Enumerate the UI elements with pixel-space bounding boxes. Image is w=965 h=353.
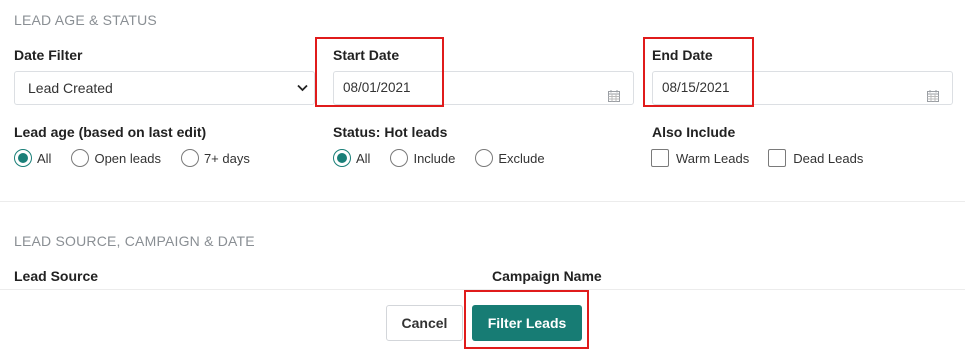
end-date-value: 08/15/2021 bbox=[662, 80, 730, 95]
dead-leads-checkbox[interactable]: Dead Leads bbox=[768, 149, 863, 167]
radio-selected-icon bbox=[14, 149, 32, 167]
date-filter-label: Date Filter bbox=[14, 47, 83, 63]
radio-label: Exclude bbox=[498, 150, 545, 166]
checkbox-icon bbox=[651, 149, 669, 167]
radio-label: 7+ days bbox=[203, 150, 250, 166]
radio-icon bbox=[390, 149, 409, 167]
campaign-name-label: Campaign Name bbox=[492, 268, 602, 284]
checkbox-label: Dead Leads bbox=[793, 150, 864, 166]
end-date-input[interactable]: 08/15/2021 bbox=[652, 71, 953, 105]
also-include-checkbox-group: Warm Leads Dead Leads bbox=[651, 149, 882, 167]
date-filter-value: Lead Created bbox=[28, 80, 113, 96]
calendar-icon[interactable] bbox=[608, 82, 620, 102]
radio-label: Include bbox=[413, 150, 456, 166]
chevron-down-icon bbox=[297, 72, 308, 104]
start-date-input[interactable]: 08/01/2021 bbox=[333, 71, 634, 105]
section-title-lead-source: LEAD SOURCE, CAMPAIGN & DATE bbox=[14, 233, 255, 249]
warm-leads-checkbox[interactable]: Warm Leads bbox=[651, 149, 749, 167]
radio-label: Open leads bbox=[94, 150, 161, 166]
lead-age-label: Lead age (based on last edit) bbox=[14, 124, 207, 140]
checkbox-icon bbox=[768, 149, 787, 167]
radio-selected-icon bbox=[333, 149, 351, 167]
cancel-button[interactable]: Cancel bbox=[386, 305, 463, 341]
hot-leads-option-exclude[interactable]: Exclude bbox=[475, 149, 545, 167]
radio-label: All bbox=[356, 150, 371, 166]
lead-source-label: Lead Source bbox=[14, 268, 99, 284]
hot-leads-option-include[interactable]: Include bbox=[390, 149, 455, 167]
radio-icon bbox=[180, 149, 199, 167]
radio-icon bbox=[71, 149, 90, 167]
hot-leads-option-all[interactable]: All bbox=[333, 149, 370, 167]
calendar-icon[interactable] bbox=[927, 82, 939, 102]
lead-age-option-open[interactable]: Open leads bbox=[71, 149, 161, 167]
section-title-lead-age-status: LEAD AGE & STATUS bbox=[14, 12, 157, 28]
date-filter-select[interactable]: Lead Created bbox=[14, 71, 315, 105]
start-date-label: Start Date bbox=[333, 47, 400, 63]
lead-age-option-7plus[interactable]: 7+ days bbox=[180, 149, 250, 167]
hot-leads-label: Status: Hot leads bbox=[333, 124, 448, 140]
radio-icon bbox=[475, 149, 494, 167]
lead-age-radio-group: All Open leads 7+ days bbox=[14, 149, 262, 167]
filter-leads-button[interactable]: Filter Leads bbox=[472, 305, 582, 341]
section-divider bbox=[0, 201, 965, 202]
lead-age-option-all[interactable]: All bbox=[14, 149, 51, 167]
hot-leads-radio-group: All Include Exclude bbox=[333, 149, 557, 167]
start-date-value: 08/01/2021 bbox=[343, 80, 411, 95]
checkbox-label: Warm Leads bbox=[676, 150, 750, 166]
radio-label: All bbox=[37, 150, 52, 166]
end-date-label: End Date bbox=[652, 47, 713, 63]
also-include-label: Also Include bbox=[652, 124, 736, 140]
